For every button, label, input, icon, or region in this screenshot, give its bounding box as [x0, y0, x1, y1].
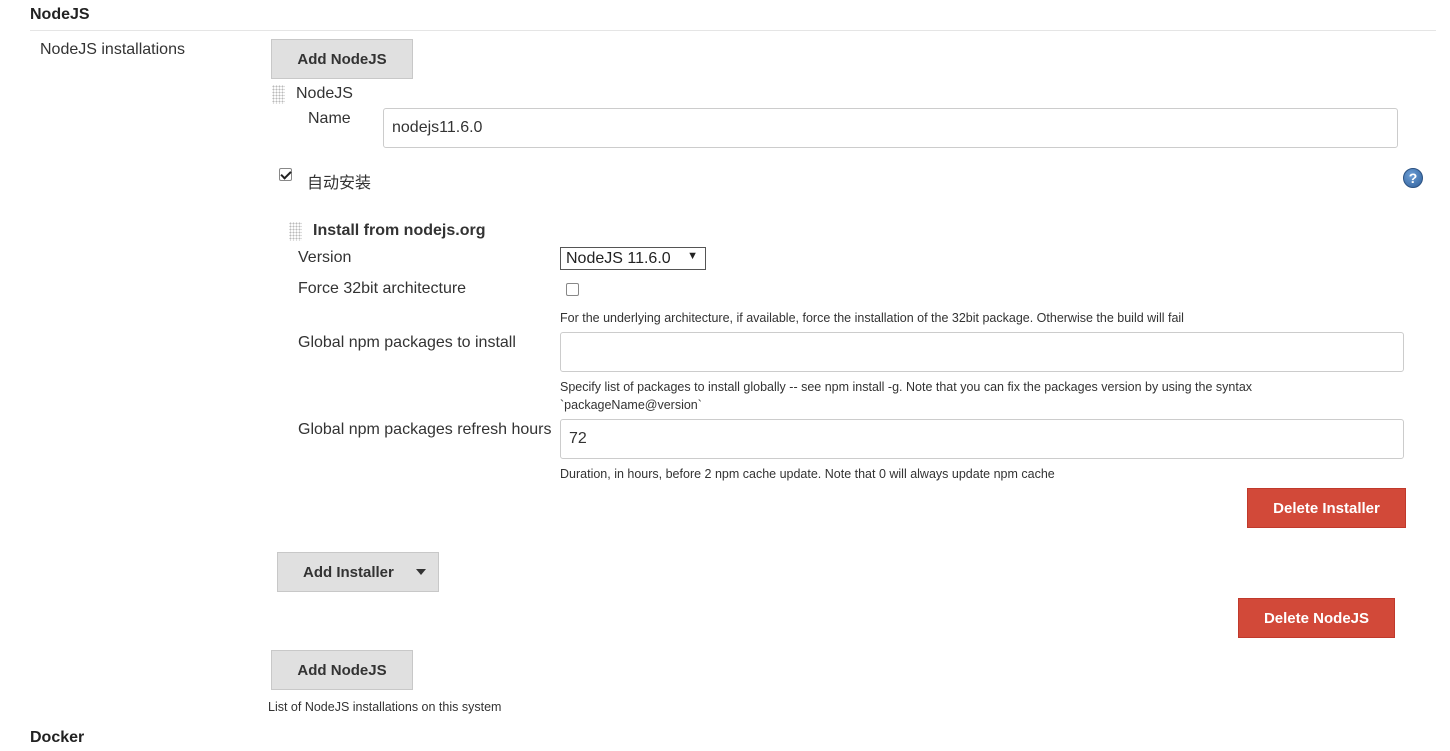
- version-select-value: NodeJS 11.6.0: [566, 249, 671, 267]
- version-label: Version: [298, 249, 352, 266]
- add-nodejs-button-bottom[interactable]: Add NodeJS: [271, 650, 413, 690]
- delete-installer-button[interactable]: Delete Installer: [1247, 488, 1406, 528]
- installation-header: NodeJS: [296, 85, 353, 102]
- chevron-down-icon: ▼: [687, 250, 698, 262]
- force32-help-text: For the underlying architecture, if avai…: [560, 311, 1184, 325]
- refresh-hours-input[interactable]: [560, 419, 1404, 459]
- section-divider: [30, 30, 1436, 31]
- refresh-hours-help-text: Duration, in hours, before 2 npm cache u…: [560, 467, 1055, 481]
- add-installer-button[interactable]: Add Installer: [277, 552, 439, 592]
- force32-checkbox[interactable]: [566, 283, 579, 296]
- npm-packages-label: Global npm packages to install: [298, 334, 516, 351]
- version-select[interactable]: NodeJS 11.6.0 ▼: [560, 247, 706, 270]
- drag-handle-icon[interactable]: [272, 85, 285, 104]
- section-title-nodejs: NodeJS: [30, 6, 90, 23]
- installer-header: Install from nodejs.org: [313, 222, 486, 239]
- nodejs-list-help-text: List of NodeJS installations on this sys…: [268, 700, 502, 714]
- add-installer-label: Add Installer: [303, 563, 394, 581]
- section-title-docker: Docker: [30, 729, 85, 746]
- force32-label: Force 32bit architecture: [298, 280, 467, 297]
- help-icon[interactable]: ?: [1403, 168, 1423, 188]
- refresh-hours-label: Global npm packages refresh hours: [298, 421, 552, 438]
- chevron-down-icon: [416, 569, 426, 575]
- name-label: Name: [308, 110, 351, 127]
- add-nodejs-button-top[interactable]: Add NodeJS: [271, 39, 413, 79]
- nodejs-installations-label: NodeJS installations: [40, 41, 185, 58]
- delete-nodejs-button[interactable]: Delete NodeJS: [1238, 598, 1395, 638]
- auto-install-checkbox[interactable]: [279, 168, 292, 181]
- npm-packages-help-line1: Specify list of packages to install glob…: [560, 380, 1253, 394]
- name-input[interactable]: [383, 108, 1398, 148]
- drag-handle-icon[interactable]: [289, 222, 302, 241]
- auto-install-label: 自动安装: [307, 175, 372, 192]
- npm-packages-input[interactable]: [560, 332, 1404, 372]
- npm-packages-help-line2: `packageName@version`: [560, 398, 702, 412]
